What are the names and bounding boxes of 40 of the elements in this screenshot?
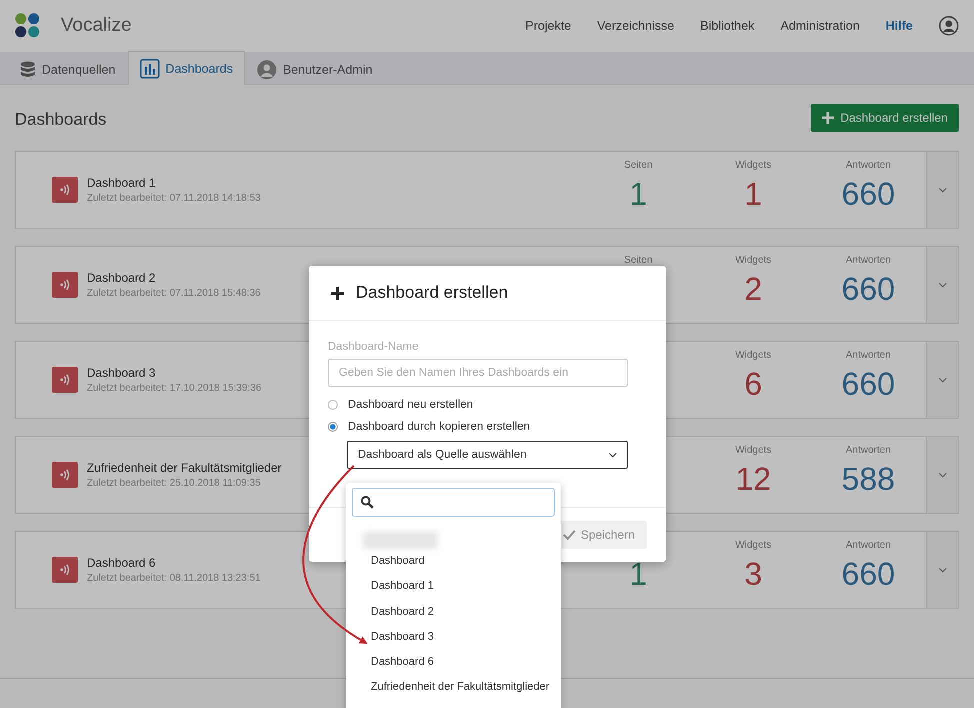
stat-value: 1 (630, 176, 648, 212)
stat-label: Widgets (735, 160, 772, 171)
dashboard-name: Dashboard 3 (87, 366, 156, 380)
stat-label: Widgets (735, 540, 772, 551)
dashboard-name: Dashboard 2 (87, 271, 156, 285)
stat-value: 660 (842, 176, 896, 212)
stat-label: Widgets (735, 445, 772, 456)
dashboard-name: Dashboard 1 (87, 176, 156, 190)
stat-value: 1 (630, 556, 648, 592)
stat-label: Seiten (624, 160, 653, 171)
stat-value: 2 (744, 271, 762, 307)
dialog-title: Dashboard erstellen (356, 283, 508, 303)
stat-value: 1 (744, 176, 762, 212)
last-edited: Zuletzt bearbeitet: 08.11.2018 13:23:51 (87, 573, 261, 584)
last-edited: Zuletzt bearbeitet: 07.11.2018 14:18:53 (87, 193, 261, 204)
last-edited: Zuletzt bearbeitet: 07.11.2018 15:48:36 (87, 288, 261, 299)
stat-value: 12 (736, 461, 772, 497)
page-title: Dashboards (15, 109, 107, 130)
field-label: Dashboard-Name (328, 341, 420, 353)
radio-label: Dashboard durch kopieren erstellen (348, 421, 530, 433)
stat-value: 660 (842, 271, 896, 307)
dashboard-name: Dashboard 6 (87, 556, 156, 570)
stat-label: Seiten (624, 255, 653, 266)
stat-label: Antworten (846, 540, 892, 551)
stat-label: Widgets (735, 255, 772, 266)
stat-value: 6 (744, 366, 762, 402)
stat-value: 660 (842, 366, 896, 402)
stat-label: Antworten (846, 255, 892, 266)
radio-label: Dashboard neu erstellen (348, 399, 474, 411)
last-edited: Zuletzt bearbeitet: 25.10.2018 11:09:35 (87, 478, 261, 489)
stat-value: 588 (842, 461, 896, 497)
app-name: Vocalize (61, 15, 132, 37)
stat-label: Antworten (846, 445, 892, 456)
stat-value: 3 (744, 556, 762, 592)
dashboard-name: Zufriedenheit der Fakultätsmitglieder (87, 461, 282, 475)
stat-value: 660 (842, 556, 896, 592)
stat-label: Antworten (846, 350, 892, 361)
last-edited: Zuletzt bearbeitet: 17.10.2018 15:39:36 (87, 383, 262, 394)
stat-label: Antworten (846, 160, 892, 171)
stat-label: Widgets (735, 350, 772, 361)
